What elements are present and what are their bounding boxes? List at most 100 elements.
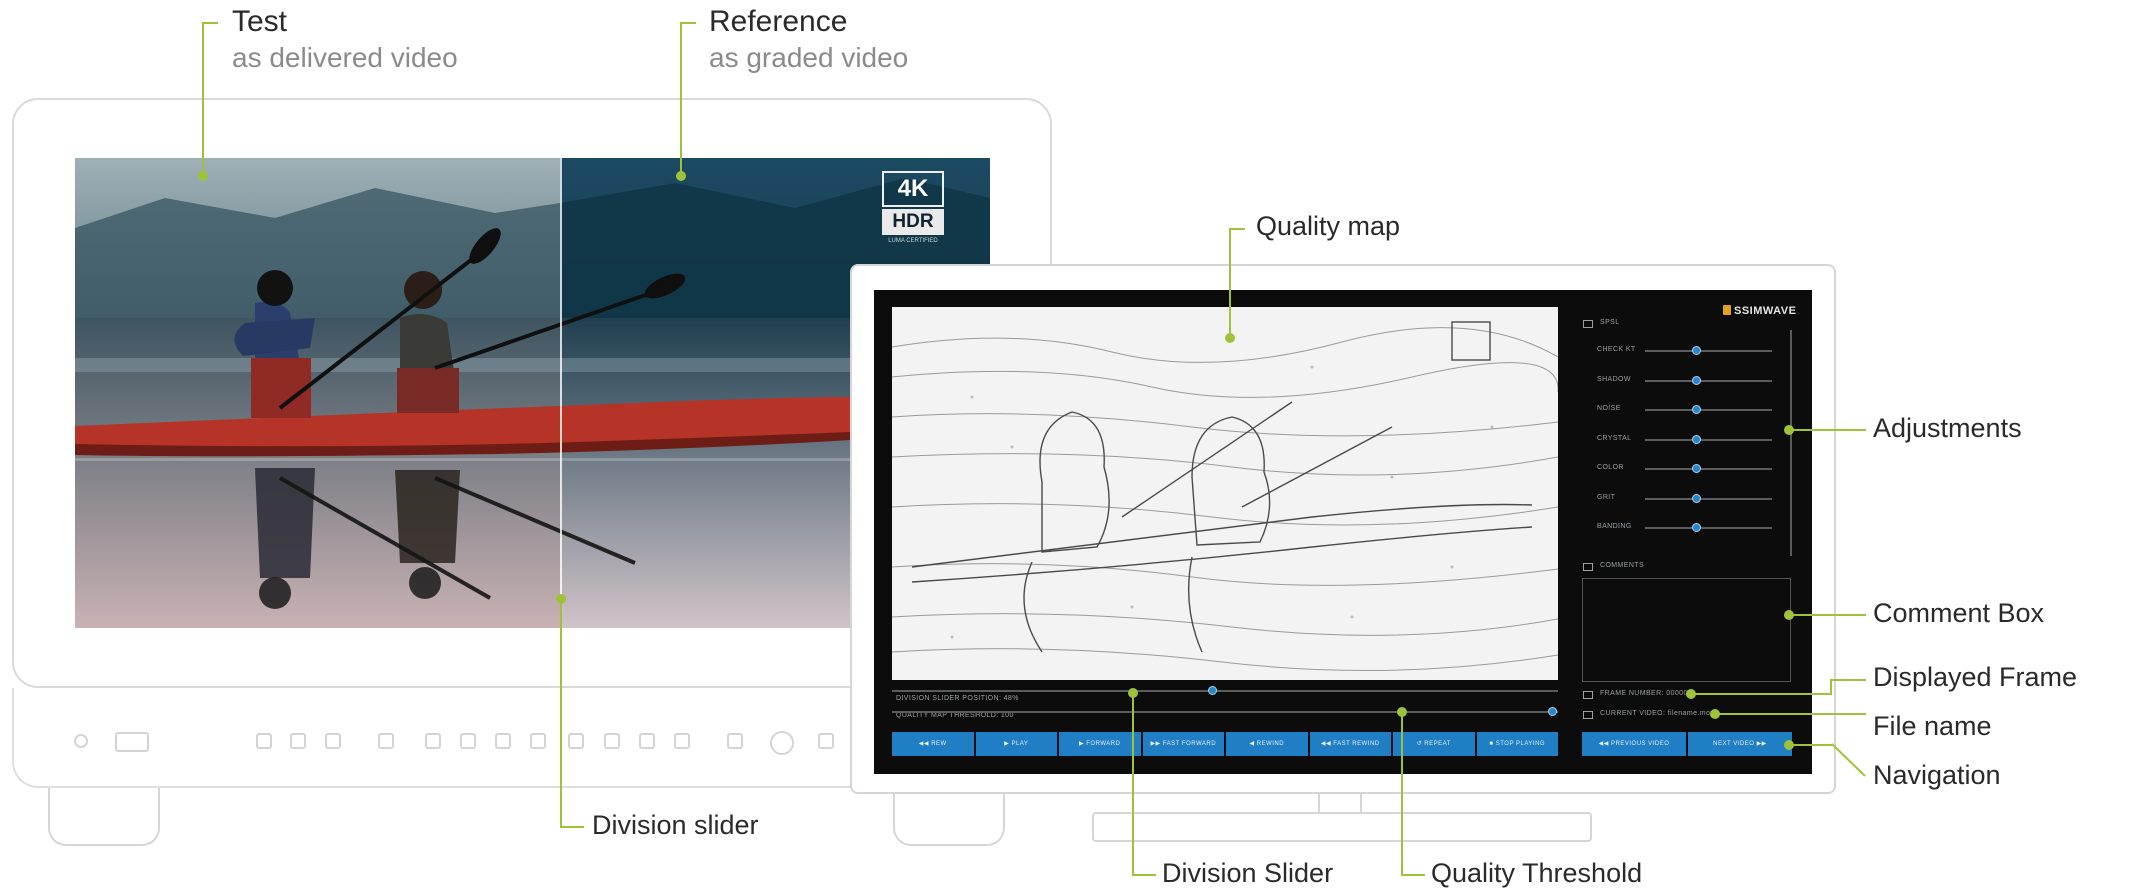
division-slider-track[interactable]: [892, 690, 1558, 692]
adjustment-slider-handle[interactable]: [1692, 346, 1701, 355]
file-name-callout-label: File name: [1873, 711, 1992, 741]
fast-forward-button[interactable]: ▶▶ FAST FORWARD: [1142, 732, 1224, 756]
left-monitor-foot-right: [893, 788, 1005, 846]
test-callout-dot: [198, 171, 208, 181]
adjustment-label: SHADOW: [1597, 376, 1631, 383]
adjustment-label: CRYSTAL: [1597, 435, 1632, 442]
quality-map-image: [892, 307, 1558, 680]
comment-box-callout-line: [1789, 614, 1866, 616]
rewind-button[interactable]: ◀◀ REW: [892, 732, 974, 756]
forward-button[interactable]: ▶ FORWARD: [1059, 732, 1141, 756]
fast-rewind-button[interactable]: ◀◀ FAST REWIND: [1309, 732, 1391, 756]
bezel-button: [495, 733, 511, 749]
displayed-frame-label-callout: Displayed Frame: [1873, 662, 2078, 692]
bezel-button: [604, 733, 620, 749]
displayed-frame-callout-end: [1830, 679, 1866, 681]
adjustment-label: BANDING: [1597, 523, 1632, 530]
bezel-button: [674, 733, 690, 749]
bezel-button: [378, 733, 394, 749]
division-slider-left-label: Division slider: [592, 810, 759, 840]
division-slider-label: DIVISION SLIDER POSITION: 48%: [896, 695, 1019, 702]
4k-hdr-badge: 4K HDR LUMA CERTIFIED: [882, 171, 944, 244]
badge-hdr: HDR: [882, 209, 944, 235]
reference-subtitle: as graded video: [709, 42, 909, 73]
ssimwave-logo-icon: [1723, 305, 1731, 315]
file-name-label: CURRENT VIDEO: filename.mov: [1600, 710, 1715, 717]
adjustment-label: NOISE: [1597, 405, 1621, 412]
bezel-button: [256, 733, 272, 749]
reference-callout-tick: [680, 22, 696, 24]
frame-icon: [1583, 691, 1593, 699]
adjustment-slider-track[interactable]: [1645, 468, 1772, 470]
adjustment-label: GRIT: [1597, 494, 1616, 501]
right-monitor-stand: [1092, 812, 1592, 842]
adjustment-slider-handle[interactable]: [1692, 376, 1701, 385]
adjustment-slider-track[interactable]: [1645, 350, 1772, 352]
quality-threshold-track[interactable]: [892, 711, 1558, 713]
bezel-button: [639, 733, 655, 749]
division-slider-left-callout-line: [560, 598, 562, 826]
stop-button[interactable]: ■ STOP PLAYING: [1476, 732, 1558, 756]
adjustment-slider-track[interactable]: [1645, 527, 1772, 529]
navigation-callout-diagonal: [1831, 743, 1866, 777]
adjustment-slider-track[interactable]: [1645, 380, 1772, 382]
adjustment-slider-handle[interactable]: [1692, 405, 1701, 414]
adjustments-icon: [1583, 320, 1593, 328]
play-button[interactable]: ▶ PLAY: [975, 732, 1057, 756]
test-callout-tick: [202, 22, 218, 24]
power-led: [74, 734, 88, 748]
quality-map-label: Quality map: [1256, 211, 1401, 241]
rewind-frame-button[interactable]: ◀ REWIND: [1226, 732, 1308, 756]
adjustments-divider: [1790, 330, 1792, 556]
bezel-knob: [770, 731, 794, 755]
file-name-callout-line: [1715, 713, 1866, 715]
adjustment-slider-track[interactable]: [1645, 498, 1772, 500]
input-port: [115, 732, 149, 752]
comments-header: COMMENTS: [1600, 562, 1645, 569]
quality-threshold-callout-label: Quality Threshold: [1431, 858, 1643, 888]
left-monitor-foot-left: [48, 788, 160, 846]
previous-video-button[interactable]: ◀◀ PREVIOUS VIDEO: [1582, 732, 1686, 756]
bezel-button: [818, 733, 834, 749]
badge-small-text: LUMA CERTIFIED: [888, 238, 938, 244]
playback-controls: ◀◀ REW ▶ PLAY ▶ FORWARD ▶▶ FAST FORWARD …: [892, 732, 1558, 756]
division-slider-left-callout-dot: [556, 594, 566, 604]
division-slider-right-label: Division Slider: [1162, 858, 1334, 888]
bezel-button: [290, 733, 306, 749]
division-slider-handle[interactable]: [1208, 686, 1217, 695]
quality-map-callout-tick: [1229, 228, 1245, 230]
adjustment-slider-track[interactable]: [1645, 409, 1772, 411]
badge-4k: 4K: [882, 171, 944, 207]
adjustment-slider-handle[interactable]: [1692, 435, 1701, 444]
displayed-frame-callout-elbow: [1830, 679, 1832, 695]
quality-threshold-callout-tick: [1401, 874, 1425, 876]
adjustment-label: COLOR: [1597, 464, 1624, 471]
next-video-button[interactable]: NEXT VIDEO ▶▶: [1688, 732, 1792, 756]
test-subtitle: as delivered video: [232, 42, 458, 73]
reference-title: Reference: [709, 5, 848, 38]
adjustments-header: SPSL: [1600, 319, 1620, 326]
file-icon: [1583, 711, 1593, 719]
division-line[interactable]: [560, 158, 562, 628]
adjustments-label: Adjustments: [1873, 413, 2022, 443]
bezel-button: [530, 733, 546, 749]
repeat-button[interactable]: ↺ REPEAT: [1393, 732, 1475, 756]
bezel-button: [325, 733, 341, 749]
quality-map-callout-line: [1229, 228, 1231, 336]
quality-threshold-callout-line: [1401, 711, 1403, 876]
division-slider-right-callout-tick: [1132, 874, 1156, 876]
ssimwave-logo-text: SSIMWAVE: [1734, 305, 1797, 317]
test-title: Test: [232, 5, 288, 38]
quality-threshold-handle[interactable]: [1548, 707, 1557, 716]
comment-box[interactable]: [1582, 578, 1791, 682]
bezel-button: [425, 733, 441, 749]
adjustment-label: CHECK KT: [1597, 346, 1636, 353]
adjustment-slider-handle[interactable]: [1692, 523, 1701, 532]
division-slider-right-callout-line: [1132, 692, 1134, 876]
adjustment-slider-handle[interactable]: [1692, 494, 1701, 503]
adjustment-slider-handle[interactable]: [1692, 464, 1701, 473]
bezel-button: [460, 733, 476, 749]
adjustment-slider-track[interactable]: [1645, 439, 1772, 441]
bezel-button: [568, 733, 584, 749]
ssimwave-logo: SSIMWAVE: [1723, 305, 1796, 317]
